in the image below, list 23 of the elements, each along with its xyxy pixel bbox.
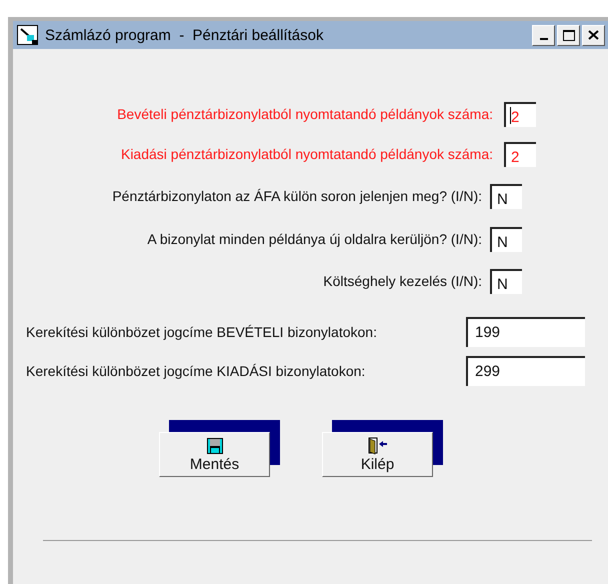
app-icon — [17, 24, 39, 46]
setting-label: Költséghely kezelés (I/N): — [322, 273, 482, 289]
setting-label: A bizonylat minden példánya új oldalra kerüljön? (I/N): — [146, 231, 482, 247]
minimize-icon — [540, 38, 548, 40]
setting-label: Bevételi pénztárbizonylatból nyomtatandó példányok száma: — [116, 106, 493, 122]
input-field[interactable]: 2 — [504, 142, 536, 166]
input-field[interactable]: 299 — [466, 356, 585, 386]
setting-label: Kerekítési különbözet jogcíme BEVÉTELI bizonylatokon: — [26, 324, 378, 340]
minimize-button[interactable] — [532, 24, 555, 46]
close-button[interactable] — [582, 24, 605, 46]
window-title: Számlázó program - Pénztári beállítások — [45, 26, 324, 44]
maximize-icon — [562, 30, 574, 40]
input-field[interactable]: 199 — [466, 316, 585, 346]
setting-label: Pénztárbizonylaton az ÁFA külön soron jelenjen meg? (I/N): — [111, 188, 482, 204]
setting-label: Kerekítési különbözet jogcíme KIADÁSI bizonylatokon: — [26, 362, 366, 378]
setting-label: Kiadási pénztárbizonylatból nyomtatandó példányok száma: — [120, 146, 493, 162]
maximize-button[interactable] — [557, 24, 580, 46]
input-field[interactable]: 2 — [504, 102, 536, 126]
door-arrow-icon — [368, 436, 388, 454]
close-icon — [588, 30, 599, 40]
input-field[interactable]: N — [490, 268, 522, 294]
input-field[interactable]: N — [490, 226, 522, 252]
input-field[interactable]: N — [490, 184, 522, 208]
